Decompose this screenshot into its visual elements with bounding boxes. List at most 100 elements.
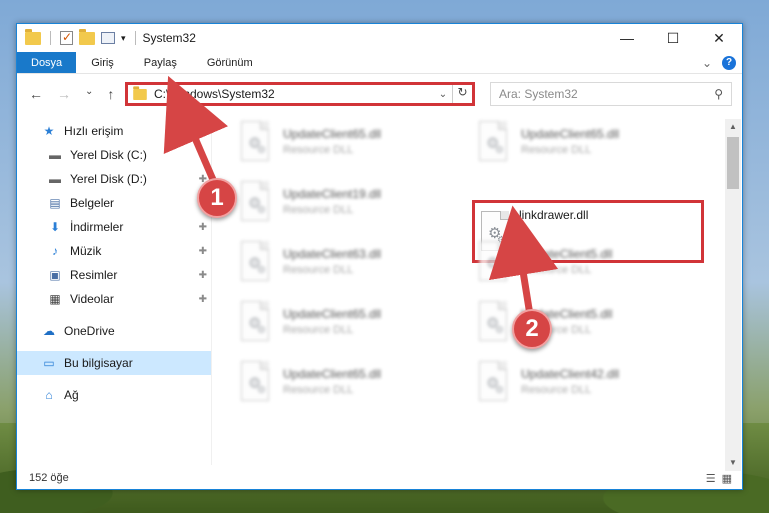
dll-file-icon: ⚙ ⚙ [237,180,275,224]
refresh-icon[interactable]: ↻ [452,85,472,103]
scroll-up-icon[interactable]: ▲ [725,119,741,135]
status-bar: 152 öğe ☰ ▦ [17,467,742,489]
network-icon: ⌂ [45,388,53,402]
address-path[interactable]: C:\Windows\System32 [154,87,434,101]
music-icon: ♪ [52,244,58,258]
file-name: UpdateClient42.dll [521,367,620,381]
sidebar-item-downloads[interactable]: ⬇ İndirmeler ✚ [17,215,211,239]
file-tile[interactable]: ⚙ ⚙ UpdateClient63.dll Resource DLL [217,236,442,288]
help-icon[interactable]: ? [722,55,736,70]
up-arrow-icon[interactable]: ↑ [107,86,114,102]
maximize-button[interactable]: ☐ [650,24,696,52]
sidebar-item-label: İndirmeler [70,220,124,234]
recent-locations-icon[interactable]: ⌄ [85,86,93,102]
sidebar-item-disk-c[interactable]: ▬ Yerel Disk (C:) [17,143,211,167]
file-tile[interactable]: ⚙ ⚙ UpdateClient19.dll Resource DLL [217,176,442,228]
pin-icon[interactable]: ✚ [199,246,207,257]
sidebar-item-quick-access[interactable]: ★ Hızlı erişim [17,119,211,143]
download-icon: ⬇ [49,220,61,234]
tab-paylas[interactable]: Paylaş [129,52,192,73]
file-name: UpdateClient65.dll [521,127,620,141]
file-type: Resource DLL [283,264,354,276]
sidebar-item-disk-d[interactable]: ▬ Yerel Disk (D:) ✚ [17,167,211,191]
tab-dosya[interactable]: Dosya [17,52,77,73]
sidebar-item-label: Yerel Disk (D:) [70,172,147,186]
dll-file-icon: ⚙ ⚙ [237,240,275,284]
sidebar-item-videos[interactable]: ▦ Videolar ✚ [17,287,211,311]
file-tile[interactable]: ⚙ ⚙ UpdateClient5.dll Resource DLL [455,296,680,348]
title-bar: ▾ System32 — ☐ ✕ [17,24,742,52]
chevron-down-icon[interactable]: ⌄ [434,89,452,100]
file-explorer-window: ▾ System32 — ☐ ✕ Dosya Giriş Paylaş Görü… [16,23,743,490]
file-type: Resource DLL [283,384,354,396]
details-view-icon[interactable]: ☰ [706,472,716,485]
scrollbar-thumb[interactable] [727,137,739,189]
dll-file-icon: ⚙ ⚙ [237,360,275,404]
dll-file-icon: ⚙ ⚙ [237,120,275,164]
dll-file-icon: ⚙ ⚙ [475,360,513,404]
ribbon-tabs: Dosya Giriş Paylaş Görünüm ⌄ ? [17,52,742,74]
divider [134,31,136,45]
window-controls: — ☐ ✕ [604,24,742,52]
file-tile[interactable]: ⚙ ⚙ UpdateClient65.dll Resource DLL [455,116,680,168]
file-type: Resource DLL [283,144,354,156]
dll-file-icon: ⚙ ⚙ [475,300,513,344]
sidebar-item-onedrive[interactable]: ☁ OneDrive [17,319,211,343]
divider [50,31,51,45]
tab-giris[interactable]: Giriş [76,52,129,73]
back-arrow-icon[interactable]: ← [29,86,43,102]
address-bar[interactable]: C:\Windows\System32 ⌄ ↻ [125,82,475,106]
file-name: UpdateClient63.dll [283,247,382,261]
sidebar-item-network[interactable]: ⌂ Ağ [17,383,211,407]
sidebar-item-documents[interactable]: ▤ Belgeler ✚ [17,191,211,215]
properties-check-icon[interactable] [60,30,73,45]
vertical-scrollbar[interactable]: ▲ ▼ [725,119,741,471]
dll-file-icon: ⚙ ⚙ [237,300,275,344]
file-name: UpdateClient65.dll [283,307,382,321]
expand-ribbon-icon[interactable]: ⌄ [702,56,712,70]
pin-icon[interactable]: ✚ [199,294,207,305]
close-button[interactable]: ✕ [696,24,742,52]
file-tile[interactable]: ⚙ ⚙ UpdateClient5.dll Resource DLL [455,236,680,288]
file-tile[interactable]: ⚙ ⚙ UpdateClient42.dll Resource DLL [455,356,680,408]
sidebar-item-label: Hızlı erişim [64,124,124,138]
file-name: UpdateClient65.dll [283,127,382,141]
folder-icon [25,28,41,45]
file-tile[interactable]: ⚙ ⚙ UpdateClient65.dll Resource DLL [217,296,442,348]
sidebar-item-label: Belgeler [70,196,115,210]
file-list: ⚙ ⚙ UpdateClient65.dll Resource DLL ⚙ ⚙ Upd… [217,116,722,456]
file-type: Resource DLL [283,204,354,216]
pin-icon[interactable]: ✚ [199,270,207,281]
sidebar-item-label: Ağ [64,388,79,402]
star-icon: ★ [43,124,55,138]
qa-dropdown-icon[interactable]: ▾ [121,33,126,44]
search-box[interactable]: Ara: System32 ⚲ [490,82,732,106]
navigation-buttons: ← → ⌄ ↑ [17,86,125,102]
pane-divider[interactable] [211,119,212,465]
search-placeholder[interactable]: Ara: System32 [499,87,714,101]
file-tile[interactable]: ⚙ ⚙ UpdateClient65.dll Resource DLL [217,116,442,168]
customize-icon[interactable] [101,32,115,44]
new-folder-icon[interactable] [79,28,95,45]
callout-step-2: 2 [512,309,552,349]
forward-arrow-icon[interactable]: → [57,86,71,102]
tiles-view-icon[interactable]: ▦ [722,472,732,485]
minimize-button[interactable]: — [604,24,650,52]
address-row: ← → ⌄ ↑ C:\Windows\System32 ⌄ ↻ Ara: Sys… [17,79,742,109]
pin-icon[interactable]: ✚ [199,222,207,233]
sidebar-item-this-pc[interactable]: ▭ Bu bilgisayar [17,351,211,375]
sidebar-item-label: Videolar [70,292,114,306]
file-tile[interactable]: ⚙ ⚙ UpdateClient65.dll Resource DLL [217,356,442,408]
dll-file-icon: ⚙ ⚙ [475,120,513,164]
sidebar-item-label: OneDrive [64,324,115,338]
drive-icon: ▬ [49,172,61,186]
folder-icon [133,85,147,100]
sidebar-item-music[interactable]: ♪ Müzik ✚ [17,239,211,263]
sidebar-item-label: Yerel Disk (C:) [70,148,147,162]
sidebar-item-label: Bu bilgisayar [64,356,133,370]
sidebar-item-pictures[interactable]: ▣ Resimler ✚ [17,263,211,287]
tab-gorunum[interactable]: Görünüm [192,52,268,73]
search-icon[interactable]: ⚲ [714,87,723,101]
